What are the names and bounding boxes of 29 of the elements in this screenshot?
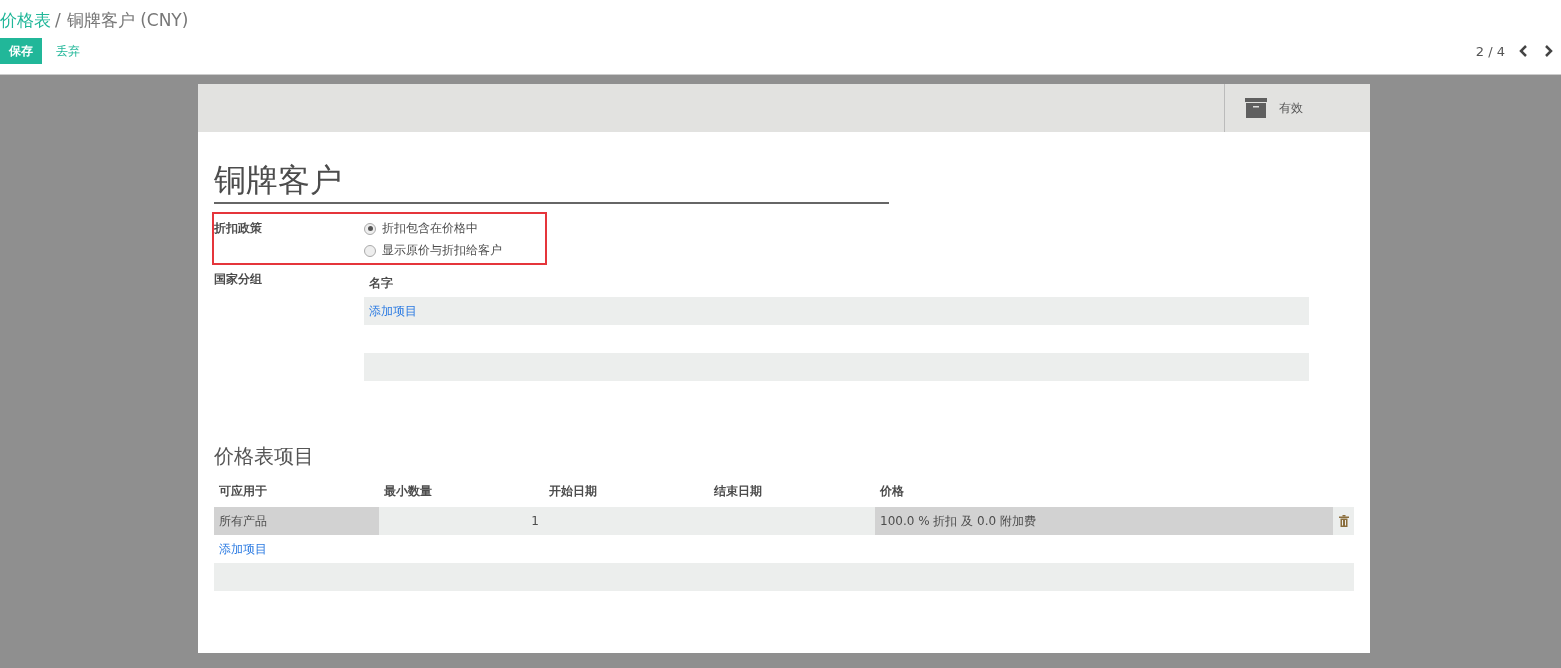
radio-button[interactable] — [364, 222, 376, 235]
column-header: 开始日期 — [548, 483, 598, 500]
breadcrumb-current: 铜牌客户 (CNY) — [66, 10, 189, 30]
radio-button[interactable] — [364, 244, 376, 257]
column-header: 最小数量 — [383, 483, 433, 500]
table-cell: 所有产品 — [214, 507, 379, 535]
pager-value: 2 / 4 — [1475, 43, 1505, 59]
record-name-field[interactable]: 铜牌客户 — [214, 160, 889, 204]
field-label: 折扣政策 — [214, 220, 263, 237]
column-header: 名字 — [368, 275, 394, 292]
section-title: 价格表项目 — [214, 443, 315, 470]
breadcrumb-separator: / — [55, 10, 61, 30]
table-cell: 1 — [379, 507, 544, 535]
column-header: 可应用于 — [218, 483, 268, 500]
previous-icon[interactable] — [1519, 45, 1529, 57]
field-label: 国家分组 — [214, 271, 263, 288]
radio-label[interactable]: 显示原价与折扣给客户 — [382, 242, 502, 259]
add-item-link[interactable]: 添加项目 — [219, 540, 267, 558]
save-button[interactable]: 保存 — [0, 38, 42, 64]
column-header: 结束日期 — [713, 483, 763, 500]
add-item-link[interactable]: 添加项目 — [369, 302, 417, 320]
next-icon[interactable] — [1543, 45, 1553, 57]
discard-button[interactable]: 丢弃 — [48, 38, 88, 64]
table-cell: 100.0 % 折扣 及 0.0 附加费 — [875, 507, 1333, 535]
column-header: 价格 — [879, 483, 905, 500]
breadcrumb-link[interactable]: 价格表 — [0, 10, 51, 30]
archive-box-icon — [1245, 98, 1267, 118]
radio-label[interactable]: 折扣包含在价格中 — [382, 220, 478, 237]
delete-icon[interactable] — [1338, 515, 1349, 527]
